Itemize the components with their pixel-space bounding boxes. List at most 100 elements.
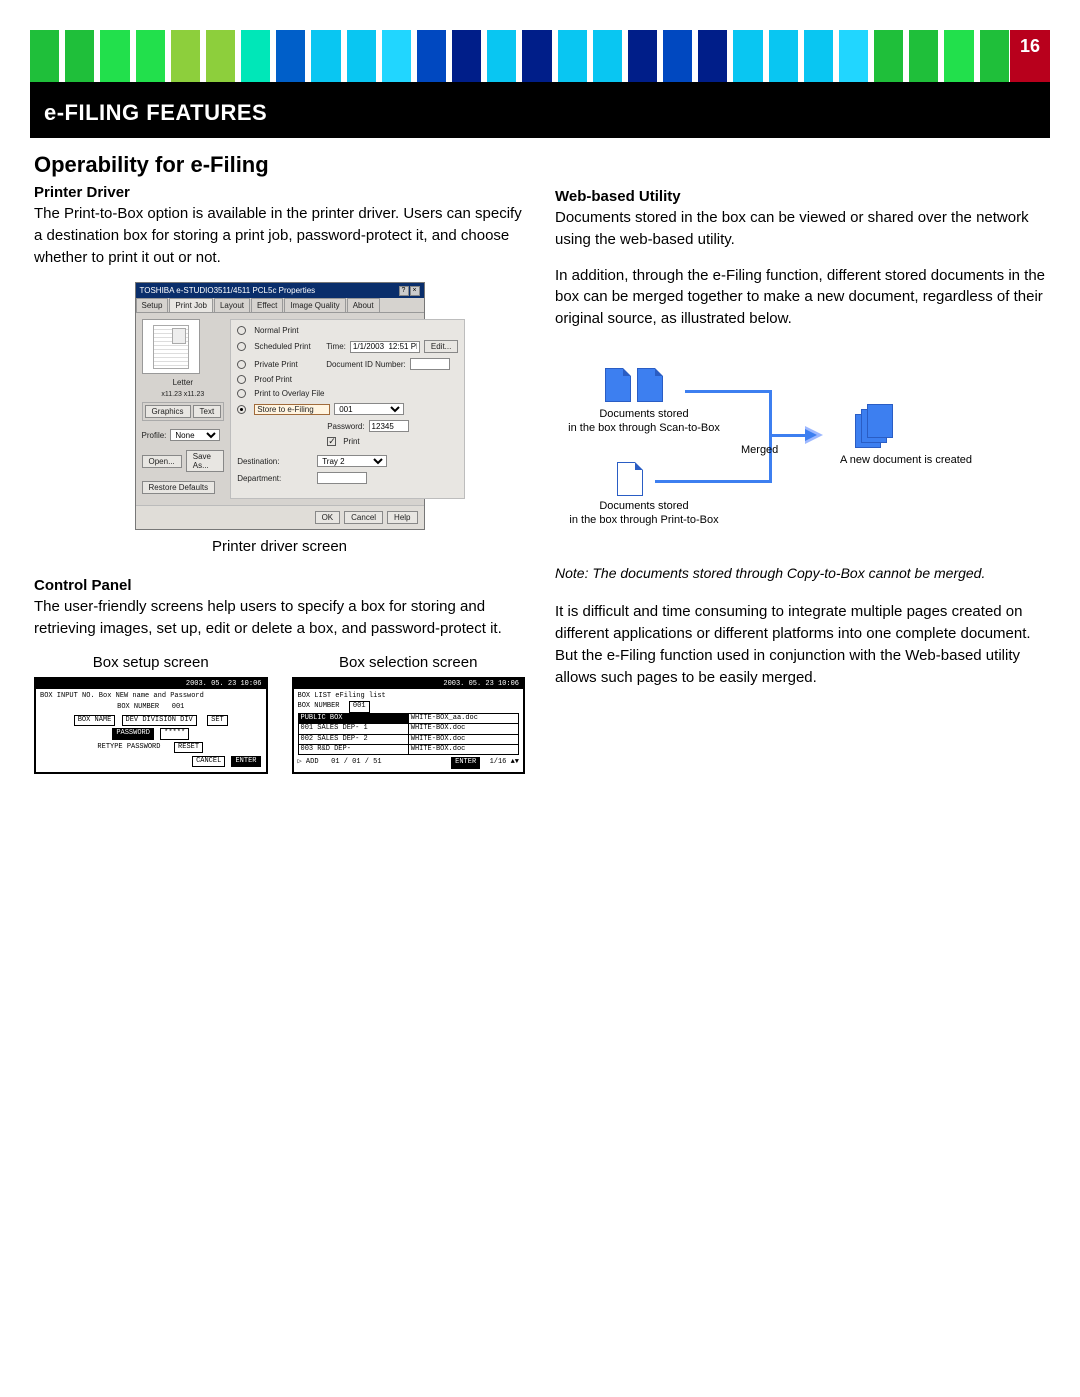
section-title: Operability for e-Filing xyxy=(34,152,525,178)
list-item[interactable]: PUBLIC BOX xyxy=(298,713,408,723)
lcd-enter-button[interactable]: ENTER xyxy=(451,757,480,768)
black-strip xyxy=(30,82,1050,90)
box-selection-caption: Box selection screen xyxy=(292,654,526,671)
radio-proof[interactable] xyxy=(237,375,246,384)
color-bar xyxy=(944,30,973,82)
color-bar xyxy=(769,30,798,82)
box-selection-screen: 2003. 05. 23 10:06 BOX LIST eFiling list… xyxy=(292,677,526,774)
dialog-tab[interactable]: Effect xyxy=(251,298,283,312)
color-bar xyxy=(382,30,411,82)
list-item[interactable]: 001 SALES DEP- 1 xyxy=(298,724,408,734)
window-buttons[interactable]: ?× xyxy=(398,285,420,296)
color-bar xyxy=(593,30,622,82)
page-thumbnail xyxy=(142,319,200,374)
lcd-cancel-button[interactable]: CANCEL xyxy=(192,756,225,767)
printer-driver-text: The Print-to-Box option is available in … xyxy=(34,203,525,268)
box-name-value: DEV DIVISION DIV xyxy=(122,715,197,726)
dialog-tab[interactable]: Image Quality xyxy=(284,298,345,312)
page-number: 16 xyxy=(1010,30,1050,82)
doc-id-field[interactable] xyxy=(410,358,450,370)
set-button[interactable]: SET xyxy=(207,715,228,726)
destination-box-select[interactable]: 001 xyxy=(334,403,404,415)
color-bar xyxy=(311,30,340,82)
dialog-caption: Printer driver screen xyxy=(34,538,525,555)
box-number-value: 001 xyxy=(349,701,370,712)
radio-overlay-label: Print to Overlay File xyxy=(254,389,324,398)
box-number-label: BOX NUMBER xyxy=(298,702,340,710)
radio-private-label: Private Print xyxy=(254,360,322,369)
box-name-button[interactable]: BOX NAME xyxy=(74,715,116,726)
password-field[interactable] xyxy=(369,420,409,432)
color-bar xyxy=(733,30,762,82)
dialog-tab[interactable]: About xyxy=(347,298,380,312)
color-bar xyxy=(663,30,692,82)
cancel-button[interactable]: Cancel xyxy=(344,511,383,524)
control-panel-heading: Control Panel xyxy=(34,577,525,594)
doc-stack-icon xyxy=(855,404,895,448)
list-item[interactable]: 002 SALES DEP- 2 xyxy=(298,734,408,744)
color-bar xyxy=(100,30,129,82)
print-checkbox[interactable] xyxy=(327,437,336,446)
graphics-button[interactable]: Graphics xyxy=(145,405,191,418)
open-button[interactable]: Open... xyxy=(142,455,182,468)
radio-normal[interactable] xyxy=(237,326,246,335)
list-item[interactable]: WHITE-BOX.doc xyxy=(408,734,518,744)
time-edit-button[interactable]: Edit... xyxy=(424,340,458,353)
password-label: Password: xyxy=(327,422,364,431)
tray-label: Destination: xyxy=(237,457,313,466)
merge-note: Note: The documents stored through Copy-… xyxy=(555,564,1046,584)
web-utility-p3: It is difficult and time consuming to in… xyxy=(555,601,1046,688)
color-bar xyxy=(839,30,868,82)
doc-icon xyxy=(617,462,643,496)
color-bar xyxy=(628,30,657,82)
color-bar xyxy=(417,30,446,82)
radio-overlay[interactable] xyxy=(237,389,246,398)
add-button[interactable]: ADD xyxy=(306,758,319,766)
list-item[interactable]: 003 R&D DEP- xyxy=(298,744,408,754)
printer-driver-dialog: TOSHIBA e-STUDIO3511/4511 PCL5c Properti… xyxy=(135,282,425,530)
footer-nums: 01 / 01 / 51 xyxy=(331,758,381,766)
box-setup-caption: Box setup screen xyxy=(34,654,268,671)
lcd-clock: 2003. 05. 23 10:06 xyxy=(36,679,266,689)
dialog-tab[interactable]: Setup xyxy=(136,298,169,312)
tray-select[interactable]: Tray 2 xyxy=(317,455,387,467)
dialog-tab[interactable]: Layout xyxy=(214,298,250,312)
paper-size-label: Letter xyxy=(142,378,225,387)
ok-button[interactable]: OK xyxy=(315,511,341,524)
dialog-tabs[interactable]: SetupPrint JobLayoutEffectImage QualityA… xyxy=(136,298,424,313)
list-item[interactable]: WHITE-BOX.doc xyxy=(408,744,518,754)
department-field[interactable] xyxy=(317,472,367,484)
retype-password-label: RETYPE PASSWORD xyxy=(97,743,160,751)
restore-defaults-button[interactable]: Restore Defaults xyxy=(142,481,216,494)
color-bar xyxy=(136,30,165,82)
web-utility-p2: In addition, through the e-Filing functi… xyxy=(555,265,1046,330)
time-field[interactable] xyxy=(350,341,420,353)
color-bar xyxy=(980,30,1009,82)
profile-select[interactable]: None xyxy=(170,429,220,441)
color-bar xyxy=(522,30,551,82)
radio-scheduled[interactable] xyxy=(237,342,246,351)
radio-store[interactable] xyxy=(237,405,246,414)
time-label: Time: xyxy=(326,342,346,351)
list-item[interactable]: WHITE-BOX_aa.doc xyxy=(408,713,518,723)
lcd-enter-button[interactable]: ENTER xyxy=(231,756,260,767)
title-band: e-FILING FEATURES xyxy=(30,90,1050,138)
new-doc-label: A new document is created xyxy=(831,454,981,468)
list-item[interactable]: WHITE-BOX.doc xyxy=(408,724,518,734)
radio-private[interactable] xyxy=(237,360,246,369)
dialog-tab[interactable]: Print Job xyxy=(169,298,213,312)
password-button[interactable]: PASSWORD xyxy=(112,728,154,739)
department-label: Department: xyxy=(237,474,313,483)
radio-proof-label: Proof Print xyxy=(254,375,292,384)
reset-button[interactable]: RESET xyxy=(174,742,203,753)
help-button[interactable]: Help xyxy=(387,511,417,524)
lcd-clock: 2003. 05. 23 10:06 xyxy=(294,679,524,689)
saveas-button[interactable]: Save As... xyxy=(186,450,224,472)
color-bar xyxy=(276,30,305,82)
text-button[interactable]: Text xyxy=(193,405,222,418)
scan-label: Documents storedin the box through Scan-… xyxy=(559,408,729,436)
dialog-title: TOSHIBA e-STUDIO3511/4511 PCL5c Properti… xyxy=(140,286,316,295)
doc-icon xyxy=(605,368,631,402)
arrow-icon xyxy=(805,426,823,444)
color-bar xyxy=(874,30,903,82)
